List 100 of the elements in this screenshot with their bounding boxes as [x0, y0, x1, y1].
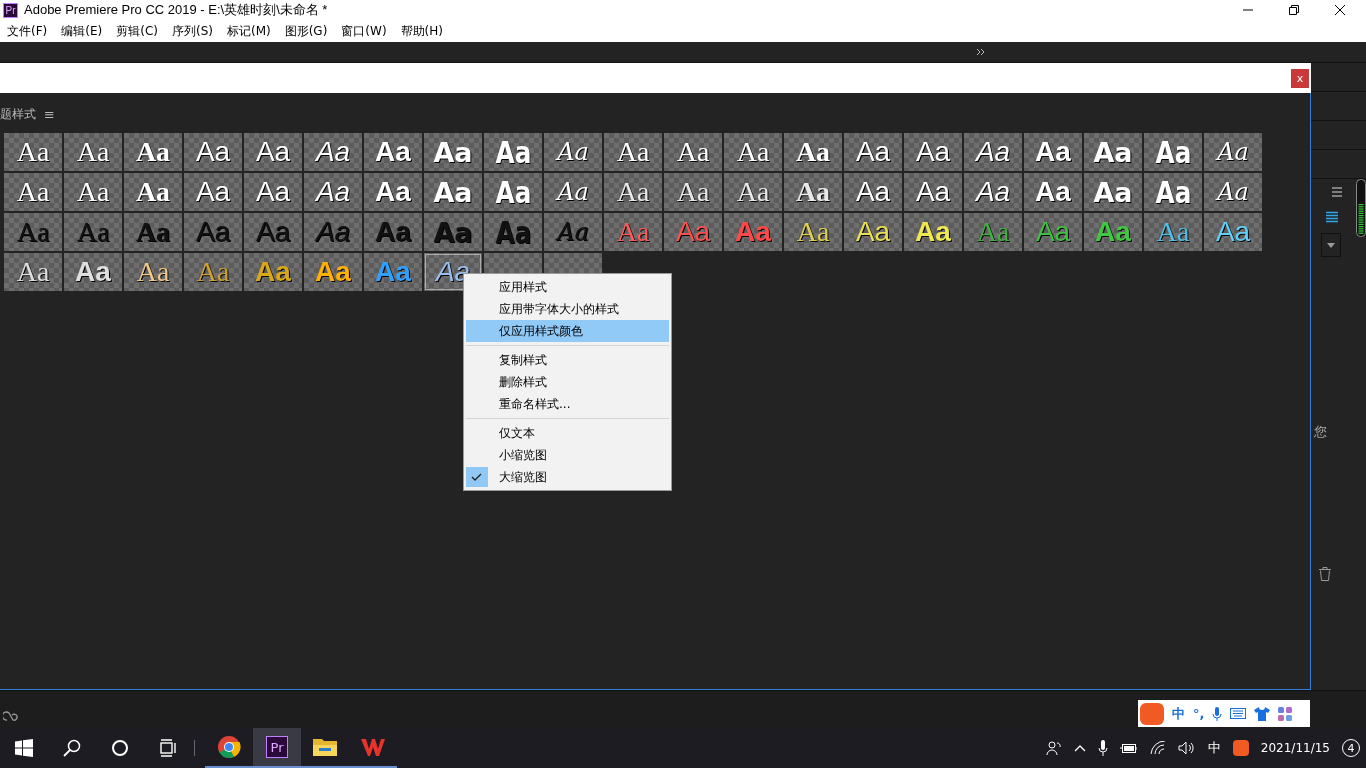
- style-swatch[interactable]: Aa: [244, 173, 302, 211]
- context-menu-item[interactable]: 应用带字体大小的样式: [466, 298, 669, 320]
- style-swatch[interactable]: Aa: [484, 213, 542, 251]
- style-swatch[interactable]: Aa: [1204, 173, 1262, 211]
- chevron-up-icon[interactable]: [1073, 744, 1086, 752]
- style-swatch[interactable]: Aa: [304, 173, 362, 211]
- style-swatch[interactable]: Aa: [784, 133, 842, 171]
- input-language[interactable]: 中: [1207, 739, 1221, 757]
- style-swatch[interactable]: Aa: [424, 213, 482, 251]
- style-swatch[interactable]: Aa: [844, 213, 902, 251]
- style-swatch[interactable]: Aa: [424, 133, 482, 171]
- maximize-icon[interactable]: [1288, 4, 1300, 16]
- style-swatch[interactable]: Aa: [424, 173, 482, 211]
- dropdown[interactable]: [1321, 233, 1341, 257]
- style-swatch[interactable]: Aa: [724, 133, 782, 171]
- style-swatch[interactable]: Aa: [364, 133, 422, 171]
- style-swatch[interactable]: Aa: [64, 133, 122, 171]
- style-swatch[interactable]: Aa: [484, 133, 542, 171]
- style-swatch[interactable]: Aa: [724, 173, 782, 211]
- style-swatch[interactable]: Aa: [4, 173, 62, 211]
- list-view-icon[interactable]: [1326, 211, 1338, 223]
- style-swatch[interactable]: Aa: [64, 253, 122, 291]
- style-swatch[interactable]: Aa: [784, 173, 842, 211]
- microphone-icon[interactable]: [1097, 740, 1108, 756]
- style-swatch[interactable]: Aa: [4, 213, 62, 251]
- style-swatch[interactable]: Aa: [304, 133, 362, 171]
- punctuation-mode[interactable]: °,: [1193, 706, 1205, 721]
- style-swatch[interactable]: Aa: [304, 253, 362, 291]
- wifi-icon[interactable]: [1149, 741, 1166, 755]
- input-mode[interactable]: 中: [1172, 704, 1185, 723]
- clock-date[interactable]: 2021/11/15: [1260, 741, 1330, 755]
- style-swatch[interactable]: Aa: [964, 173, 1022, 211]
- style-swatch[interactable]: Aa: [244, 213, 302, 251]
- style-swatch[interactable]: Aa: [604, 133, 662, 171]
- style-swatch[interactable]: Aa: [4, 133, 62, 171]
- panel-menu-button[interactable]: ≡: [44, 106, 55, 122]
- task-view-icon[interactable]: [159, 739, 177, 757]
- menu-item[interactable]: 剪辑(C): [116, 22, 158, 40]
- context-menu-item[interactable]: 删除样式: [466, 371, 669, 393]
- context-menu-item[interactable]: 重命名样式...: [466, 393, 669, 415]
- style-swatch[interactable]: Aa: [1084, 173, 1142, 211]
- menu-item[interactable]: 标记(M): [226, 22, 271, 40]
- style-swatch[interactable]: Aa: [844, 173, 902, 211]
- creative-cloud-icon[interactable]: [3, 711, 19, 721]
- menu-item[interactable]: 窗口(W): [341, 22, 387, 40]
- close-icon[interactable]: [1334, 4, 1346, 16]
- keyboard-icon[interactable]: [1230, 708, 1247, 719]
- speaker-icon[interactable]: [1177, 741, 1196, 755]
- style-swatch[interactable]: Aa: [604, 173, 662, 211]
- shirt-icon[interactable]: [1254, 706, 1271, 721]
- taskbar-app[interactable]: Pr: [253, 728, 301, 768]
- context-menu-item[interactable]: 仅文本: [466, 422, 669, 444]
- style-swatch[interactable]: Aa: [544, 133, 602, 171]
- menu-item[interactable]: 帮助(H): [400, 22, 443, 40]
- style-swatch[interactable]: Aa: [4, 253, 62, 291]
- style-swatch[interactable]: Aa: [664, 173, 722, 211]
- style-swatch[interactable]: Aa: [544, 173, 602, 211]
- style-swatch[interactable]: Aa: [544, 213, 602, 251]
- context-menu-item[interactable]: 仅应用样式颜色: [466, 320, 669, 342]
- style-swatch[interactable]: Aa: [1144, 133, 1202, 171]
- style-swatch[interactable]: Aa: [124, 253, 182, 291]
- more-icon[interactable]: [976, 48, 986, 56]
- style-swatch[interactable]: Aa: [1084, 133, 1142, 171]
- style-swatch[interactable]: Aa: [64, 173, 122, 211]
- style-swatch[interactable]: Aa: [184, 133, 242, 171]
- style-swatch[interactable]: Aa: [1204, 213, 1262, 251]
- menu-item[interactable]: 序列(S): [171, 22, 213, 40]
- context-menu-item[interactable]: 小缩览图: [466, 444, 669, 466]
- style-swatch[interactable]: Aa: [964, 133, 1022, 171]
- menu-item[interactable]: 编辑(E): [61, 22, 103, 40]
- style-swatch[interactable]: Aa: [1024, 133, 1082, 171]
- style-swatch[interactable]: Aa: [64, 213, 122, 251]
- style-swatch[interactable]: Aa: [904, 213, 962, 251]
- menu-item[interactable]: 文件(F): [7, 22, 48, 40]
- style-swatch[interactable]: Aa: [364, 173, 422, 211]
- style-swatch[interactable]: Aa: [904, 133, 962, 171]
- style-swatch[interactable]: Aa: [664, 133, 722, 171]
- style-swatch[interactable]: Aa: [124, 173, 182, 211]
- trash-icon[interactable]: [1319, 567, 1331, 581]
- style-swatch[interactable]: Aa: [1144, 173, 1202, 211]
- context-menu-item[interactable]: 复制样式: [466, 349, 669, 371]
- search-icon[interactable]: [63, 739, 81, 757]
- style-swatch[interactable]: Aa: [904, 173, 962, 211]
- apps-icon[interactable]: [1278, 706, 1293, 721]
- style-swatch[interactable]: Aa: [184, 213, 242, 251]
- dialog-close-button[interactable]: x: [1291, 68, 1309, 88]
- style-swatch[interactable]: Aa: [364, 213, 422, 251]
- style-swatch[interactable]: Aa: [244, 133, 302, 171]
- style-swatch[interactable]: Aa: [304, 213, 362, 251]
- battery-icon[interactable]: [1119, 742, 1138, 754]
- style-swatch[interactable]: Aa: [1024, 173, 1082, 211]
- people-icon[interactable]: [1045, 740, 1062, 756]
- style-swatch[interactable]: Aa: [124, 213, 182, 251]
- style-swatch[interactable]: Aa: [184, 173, 242, 211]
- cortana-icon[interactable]: [111, 739, 129, 757]
- menu-icon[interactable]: [1331, 187, 1343, 197]
- menu-item[interactable]: 图形(G): [284, 22, 328, 40]
- style-swatch[interactable]: Aa: [484, 173, 542, 211]
- windows-start-icon[interactable]: [15, 739, 33, 757]
- style-swatch[interactable]: Aa: [784, 213, 842, 251]
